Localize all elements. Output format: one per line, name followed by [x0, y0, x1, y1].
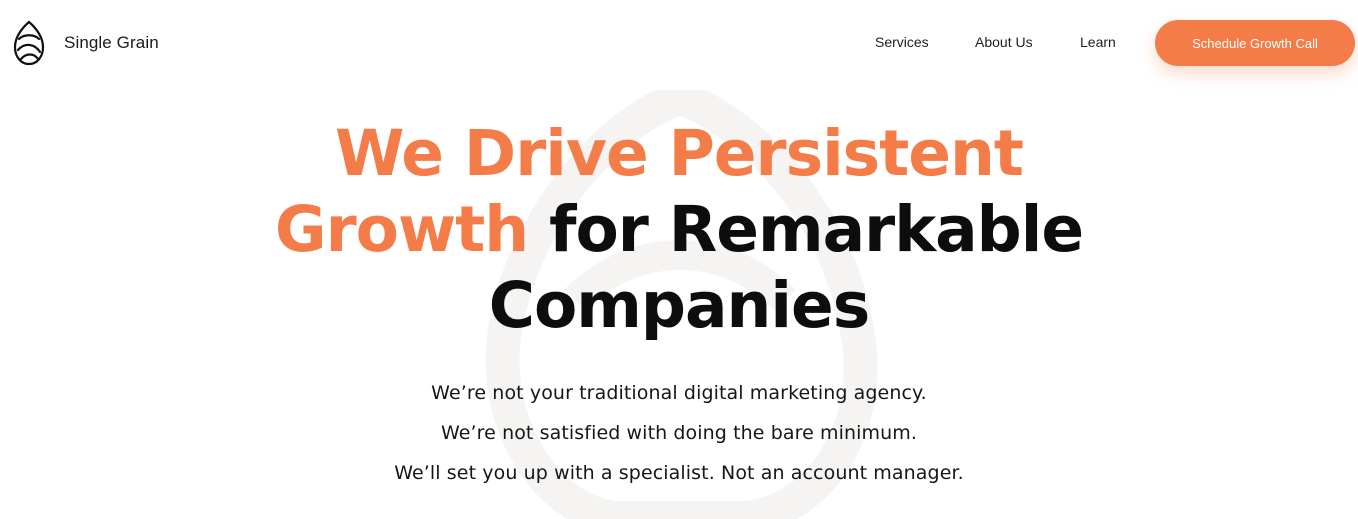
hero-subtext-line: We’re not satisfied with doing the bare … — [440, 422, 918, 444]
hero-subtext-line: We’ll set you up with a specialist. Not … — [394, 462, 964, 484]
hero-subtext: We’re not your traditional digital marke… — [0, 373, 1358, 493]
hero-headline: We Drive Persistent Growth for Remarkabl… — [0, 116, 1358, 344]
headline-accent-word: Growth — [274, 193, 529, 266]
headline-line-1: We Drive Persistent — [335, 117, 1024, 190]
headline-line-2-rest: for Remarkable — [528, 193, 1084, 266]
nav-about-us-link[interactable]: About Us — [975, 34, 1033, 50]
hero-subtext-line: We’re not your traditional digital marke… — [431, 382, 927, 404]
schedule-growth-call-button[interactable]: Schedule Growth Call — [1155, 20, 1355, 66]
headline-line-3: Companies — [488, 269, 870, 342]
nav-services-link[interactable]: Services — [875, 34, 929, 50]
site-header: Single Grain Services About Us Learn Sch… — [0, 0, 1358, 90]
nav-learn-link[interactable]: Learn — [1080, 34, 1116, 50]
